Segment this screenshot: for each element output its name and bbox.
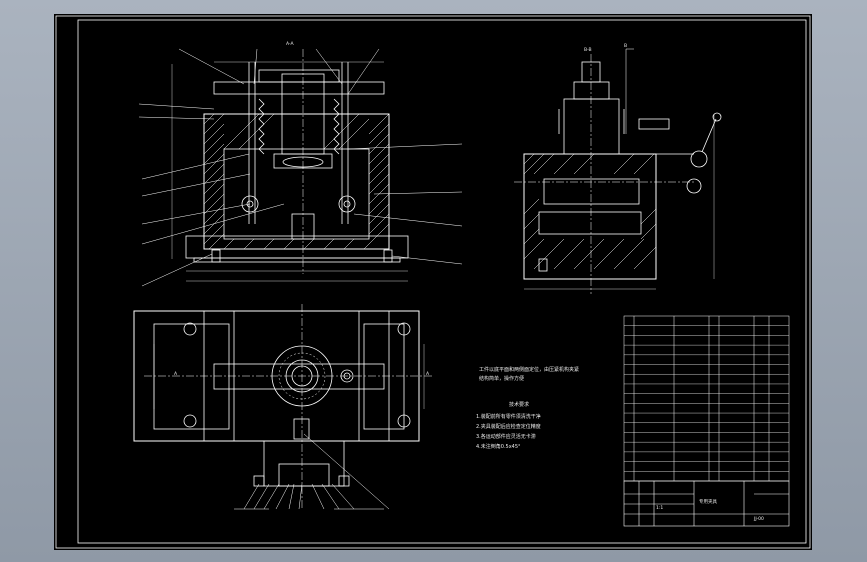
outer-border <box>55 15 811 549</box>
title-block-scale: 1:1 <box>656 506 664 511</box>
right-marker: B <box>624 44 628 49</box>
note-item: 4.未注倒角0.5x45° <box>476 444 521 450</box>
note-item: 3.各运动部件应灵活无卡滞 <box>476 434 536 440</box>
front-section-view <box>138 48 463 287</box>
front-section-label: A-A <box>286 42 294 47</box>
side-section-view <box>514 48 722 294</box>
parts-list <box>623 315 790 482</box>
notes-intro2: 结构简单，操作方便 <box>479 376 525 382</box>
title-block-name: 专用夹具 <box>699 500 717 505</box>
drawing-sheet: A-A B-B B A A 工件以底平面和两侧面定位，由压紧机构夹紧 结构简单，… <box>54 14 812 550</box>
notes-intro: 工件以底平面和两侧面定位，由压紧机构夹紧 <box>479 367 580 373</box>
plan-marker-left: A <box>174 372 178 377</box>
cad-drawing <box>55 15 811 549</box>
side-section-label: B-B <box>584 48 592 53</box>
title-block-drawing-no: JJ-00 <box>754 517 764 522</box>
note-item: 1.装配前所有零件须清洗干净 <box>476 414 541 420</box>
plan-view <box>133 304 434 510</box>
notes-title: 技术要求 <box>509 402 530 408</box>
plan-marker-right: A <box>426 372 430 377</box>
inner-border <box>77 19 807 544</box>
note-item: 2.夹具装配后应检查定位精度 <box>476 424 541 430</box>
